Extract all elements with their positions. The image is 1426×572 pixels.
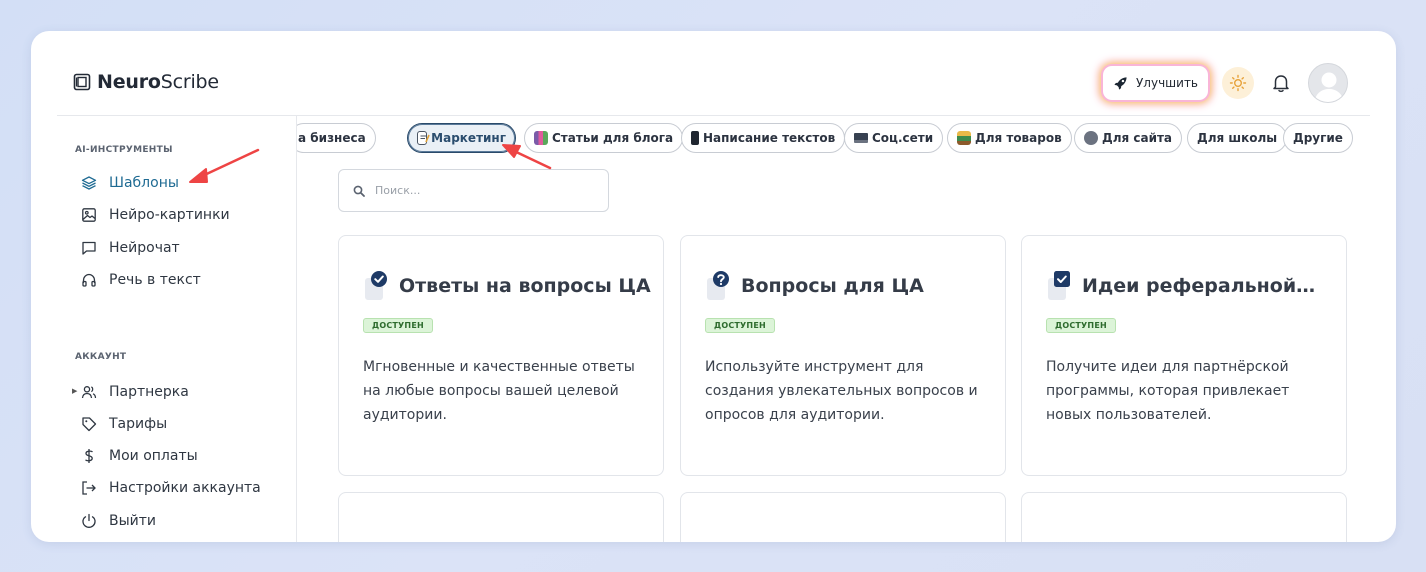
main-content: а бизнеса Маркетинг Статьи для блога Нап… <box>297 116 1370 542</box>
template-card[interactable]: Ответы на вопросы ЦА ДОСТУПЕН Мгновенные… <box>338 235 664 476</box>
card-description: Используйте инструмент для создания увле… <box>705 359 978 423</box>
sidebar-item-account-settings[interactable]: Настройки аккаунта <box>81 477 261 499</box>
sidebar-section-account: АККАУНТ <box>75 352 127 362</box>
ledger-icon <box>957 131 971 145</box>
category-tab-other[interactable]: Другие <box>1283 123 1353 153</box>
logo-text: NeuroScribe <box>97 71 219 93</box>
upgrade-button[interactable]: Улучшить <box>1102 66 1208 100</box>
status-badge: ДОСТУПЕН <box>1046 318 1116 333</box>
question-circle-icon <box>705 270 733 302</box>
bell-icon <box>1273 75 1289 93</box>
users-icon <box>81 386 97 399</box>
sidebar: AI-ИНСТРУМЕНТЫ Шаблоны Нейро-картинки Не… <box>57 116 297 542</box>
dollar-icon <box>85 449 93 463</box>
category-tab-blog-articles[interactable]: Статьи для блога <box>524 123 684 153</box>
theme-toggle-button[interactable] <box>1222 67 1254 99</box>
card-description: Мгновенные и качественные ответы на любы… <box>363 359 635 423</box>
card-title: Вопросы для ЦА <box>741 275 924 297</box>
sun-icon <box>1229 74 1247 92</box>
image-icon <box>82 208 96 222</box>
sidebar-item-payments[interactable]: Мои оплаты <box>81 445 198 467</box>
template-card[interactable] <box>680 492 1006 542</box>
logo-icon <box>73 73 91 91</box>
layers-icon <box>81 176 97 190</box>
card-title: Ответы на вопросы ЦА <box>399 275 651 297</box>
template-card[interactable] <box>1021 492 1347 542</box>
power-icon <box>82 513 96 528</box>
avatar-placeholder-icon <box>1314 72 1344 102</box>
notifications-button[interactable] <box>1270 72 1292 94</box>
tag-icon <box>82 417 97 432</box>
status-badge: ДОСТУПЕН <box>705 318 775 333</box>
card-title: Идеи реферальной… <box>1082 275 1316 297</box>
sidebar-section-tools: AI-ИНСТРУМЕНТЫ <box>75 145 173 155</box>
headphones-icon <box>82 273 96 287</box>
category-tab-marketing[interactable]: Маркетинг <box>407 123 516 153</box>
card-description: Получите идеи для партнёрской программы,… <box>1046 359 1290 423</box>
check-square-icon <box>1046 270 1074 302</box>
sidebar-item-templates[interactable]: Шаблоны <box>81 172 179 194</box>
search-input[interactable]: Поиск... <box>338 169 609 212</box>
upgrade-label: Улучшить <box>1135 76 1198 90</box>
logo[interactable]: NeuroScribe <box>73 71 219 93</box>
status-badge: ДОСТУПЕН <box>363 318 433 333</box>
sidebar-item-neurochat[interactable]: Нейрочат <box>81 237 180 259</box>
check-circle-icon <box>363 270 391 302</box>
rocket-icon <box>1114 76 1127 90</box>
category-tab-products[interactable]: Для товаров <box>947 123 1072 153</box>
sidebar-item-logout[interactable]: Выйти <box>81 510 156 532</box>
category-tab-website[interactable]: Для сайта <box>1074 123 1183 153</box>
category-tabs: а бизнеса Маркетинг Статьи для блога Нап… <box>297 123 1353 153</box>
category-tab-school[interactable]: Для школы <box>1187 123 1288 153</box>
sidebar-item-neuro-images[interactable]: Нейро-картинки <box>81 204 230 226</box>
sidebar-item-tariffs[interactable]: Тарифы <box>81 413 167 435</box>
template-card[interactable] <box>338 492 664 542</box>
robot-face-icon <box>1084 131 1098 145</box>
app-window: NeuroScribe Улучшить AI-ИНСТРУМЕНТЫ Шабл… <box>31 31 1396 542</box>
chat-icon <box>82 241 96 255</box>
sidebar-item-partner[interactable]: Партнерка <box>81 381 189 403</box>
category-tab-copywriting[interactable]: Написание текстов <box>681 123 846 153</box>
laptop-icon <box>854 133 868 143</box>
user-avatar[interactable] <box>1308 63 1348 103</box>
memo-icon <box>417 131 430 145</box>
category-tab-social[interactable]: Соц.сети <box>844 123 944 153</box>
books-icon <box>534 131 548 145</box>
template-card[interactable]: Идеи реферальной… ДОСТУПЕН Получите идеи… <box>1021 235 1347 476</box>
sidebar-item-speech-to-text[interactable]: Речь в текст <box>81 269 201 291</box>
card-header: Вопросы для ЦА <box>705 270 924 302</box>
search-placeholder: Поиск... <box>375 184 421 197</box>
card-header: Ответы на вопросы ЦА <box>363 270 651 302</box>
category-tab-business[interactable]: а бизнеса <box>297 123 376 153</box>
search-icon <box>353 185 365 197</box>
card-header: Идеи реферальной… <box>1046 270 1315 302</box>
logout-arrow-icon <box>82 481 96 495</box>
template-card[interactable]: Вопросы для ЦА ДОСТУПЕН Используйте инст… <box>680 235 1006 476</box>
expand-caret-icon[interactable]: ▶ <box>72 387 77 395</box>
header-actions: Улучшить <box>1102 63 1348 103</box>
phone-icon <box>691 131 699 145</box>
